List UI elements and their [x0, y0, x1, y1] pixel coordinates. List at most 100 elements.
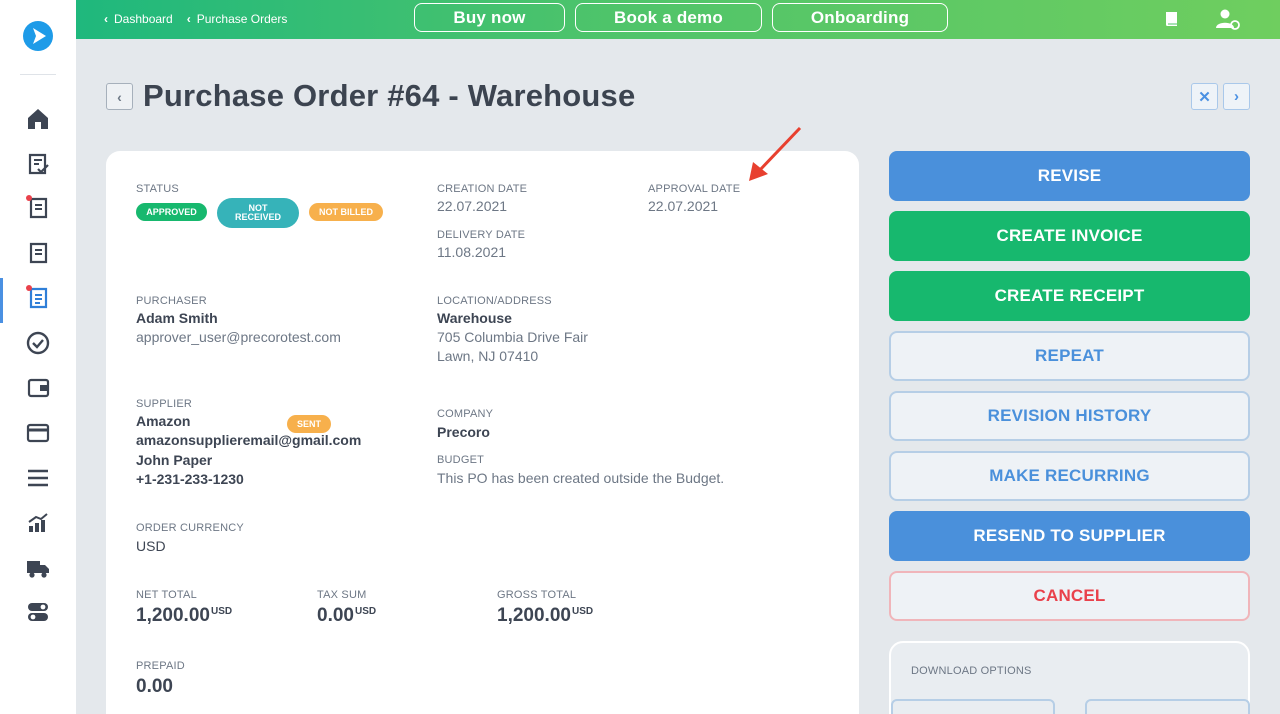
make-recurring-button[interactable]: MAKE RECURRING: [889, 451, 1250, 501]
revise-button[interactable]: REVISE: [889, 151, 1250, 201]
analytics-icon: [28, 513, 48, 532]
download-option-right[interactable]: [1085, 699, 1250, 714]
po-details-card: STATUS APPROVED NOT RECEIVED NOT BILLED …: [106, 151, 859, 714]
currency-suffix: USD: [210, 606, 233, 617]
purchaser-name: Adam Smith: [136, 310, 218, 326]
cancel-button[interactable]: CANCEL: [889, 571, 1250, 621]
onboarding-button[interactable]: Onboarding: [772, 3, 948, 32]
buy-now-button[interactable]: Buy now: [414, 3, 565, 32]
sidebar-divider: [20, 74, 56, 75]
sidebar-item-documents[interactable]: [0, 233, 76, 273]
resend-to-supplier-button[interactable]: RESEND TO SUPPLIER: [889, 511, 1250, 561]
supplier-contact: John Paper: [136, 452, 213, 468]
status-badge-approved: APPROVED: [136, 203, 207, 221]
chevron-left-icon: ‹: [186, 12, 191, 26]
toggle-settings-icon: [28, 603, 48, 621]
supplier-name[interactable]: Amazon: [136, 412, 190, 431]
sidebar-item-payments[interactable]: [0, 413, 76, 453]
sidebar-item-approvals[interactable]: [0, 144, 76, 184]
sidebar-item-suppliers[interactable]: [0, 548, 76, 588]
status-badge-not-received: NOT RECEIVED: [217, 198, 299, 228]
sidebar-item-home[interactable]: [0, 99, 76, 139]
sidebar-item-analytics[interactable]: [0, 503, 76, 543]
order-currency-value: USD: [136, 538, 166, 554]
close-icon: ✕: [1198, 88, 1211, 106]
sidebar-item-receipts[interactable]: [0, 323, 76, 363]
back-button[interactable]: ‹: [106, 83, 133, 110]
prepaid-label: PREPAID: [136, 660, 185, 672]
company-label: COMPANY: [437, 408, 494, 420]
create-invoice-button[interactable]: CREATE INVOICE: [889, 211, 1250, 261]
breadcrumb-label: Dashboard: [114, 12, 173, 26]
home-icon: [28, 109, 48, 129]
sidebar-item-requests[interactable]: [0, 188, 76, 228]
create-receipt-button[interactable]: CREATE RECEIPT: [889, 271, 1250, 321]
download-options-panel: DOWNLOAD OPTIONS: [889, 641, 1250, 714]
chevron-left-icon: ‹: [104, 12, 108, 26]
book-icon[interactable]: [1161, 8, 1183, 30]
page-title: Purchase Order #64 - Warehouse: [143, 78, 636, 113]
status-label: STATUS: [136, 183, 179, 195]
creation-date-value: 22.07.2021: [437, 198, 508, 214]
notification-dot: [26, 285, 32, 291]
top-bar: ‹ Dashboard ‹ Purchase Orders Buy now Bo…: [76, 0, 1280, 39]
sidebar-item-menu[interactable]: [0, 458, 76, 498]
app-logo-icon[interactable]: [22, 20, 54, 52]
location-address-line2: Lawn, NJ 07410: [437, 348, 539, 364]
gross-total-value: 1,200.00USD: [497, 605, 593, 627]
supplier-email: amazonsupplieremail@gmail.com: [136, 432, 362, 448]
tax-sum-value: 0.00USD: [317, 605, 376, 627]
download-options-label: DOWNLOAD OPTIONS: [911, 665, 1032, 677]
documents-icon: [29, 242, 48, 264]
download-option-left[interactable]: [891, 699, 1055, 714]
breadcrumb-label: Purchase Orders: [196, 12, 288, 26]
revision-history-button[interactable]: REVISION HISTORY: [889, 391, 1250, 441]
chevron-right-icon: ›: [1234, 88, 1239, 105]
sidebar-item-wallet[interactable]: [0, 368, 76, 408]
breadcrumb-purchase-orders[interactable]: ‹ Purchase Orders: [187, 12, 288, 26]
amount: 0.00: [317, 605, 354, 626]
supplier-phone: +1-231-233-1230: [136, 471, 244, 487]
purchaser-email: approver_user@precorotest.com: [136, 329, 341, 345]
amount: 1,200.00: [497, 605, 571, 626]
creation-date-label: CREATION DATE: [437, 183, 528, 195]
location-label: LOCATION/ADDRESS: [437, 295, 552, 307]
gross-total-label: GROSS TOTAL: [497, 589, 577, 601]
truck-icon: [27, 561, 49, 578]
annotation-arrow: [749, 126, 802, 181]
approval-date-label: APPROVAL DATE: [648, 183, 741, 195]
delivery-date-label: DELIVERY DATE: [437, 229, 526, 241]
next-button[interactable]: ›: [1223, 83, 1250, 110]
chevron-left-icon: ‹: [117, 88, 122, 105]
breadcrumb: ‹ Dashboard ‹ Purchase Orders: [104, 12, 287, 26]
repeat-button[interactable]: REPEAT: [889, 331, 1250, 381]
breadcrumb-dashboard[interactable]: ‹ Dashboard: [104, 12, 173, 26]
book-demo-button[interactable]: Book a demo: [575, 3, 762, 32]
location-name: Warehouse: [437, 310, 512, 326]
sidebar: [0, 0, 76, 714]
menu-icon: [28, 469, 48, 487]
user-settings-icon[interactable]: [1215, 8, 1241, 30]
sidebar-item-purchase-orders[interactable]: [0, 278, 76, 323]
tax-sum-label: TAX SUM: [317, 589, 367, 601]
budget-value: This PO has been created outside the Bud…: [437, 470, 725, 486]
close-button[interactable]: ✕: [1191, 83, 1218, 110]
status-badge-not-billed: NOT BILLED: [309, 203, 383, 221]
sidebar-item-settings[interactable]: [0, 592, 76, 632]
company-value: Precoro: [437, 424, 490, 440]
amount: 1,200.00: [136, 605, 210, 626]
prepaid-value: 0.00: [136, 676, 173, 697]
purchaser-label: PURCHASER: [136, 295, 207, 307]
currency-suffix: USD: [571, 606, 594, 617]
supplier-label: SUPPLIER: [136, 398, 193, 410]
notification-dot: [26, 195, 32, 201]
currency-suffix: USD: [354, 606, 377, 617]
wallet-icon: [27, 378, 50, 398]
payment-card-icon: [26, 423, 50, 443]
check-circle-icon: [26, 331, 50, 355]
budget-label: BUDGET: [437, 454, 485, 466]
approval-list-icon: [28, 153, 49, 175]
location-address-line1: 705 Columbia Drive Fair: [437, 329, 588, 345]
net-total-value: 1,200.00USD: [136, 605, 232, 627]
order-currency-label: ORDER CURRENCY: [136, 522, 244, 534]
